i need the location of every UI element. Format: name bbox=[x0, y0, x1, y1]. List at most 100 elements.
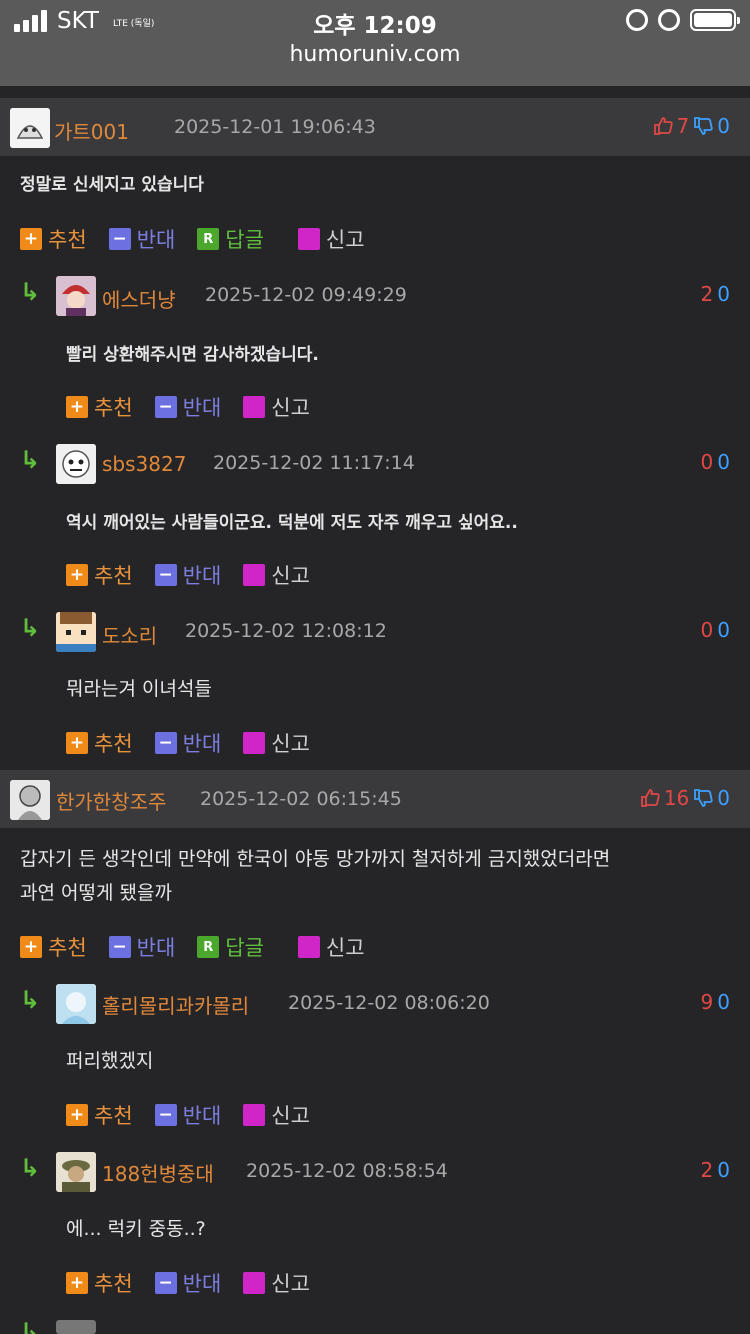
comment-nickname[interactable]: 에스더냥 bbox=[102, 284, 176, 313]
recommend-label: 추천 bbox=[48, 936, 87, 960]
downvote-count: 0 bbox=[717, 618, 730, 642]
recommend-label: 추천 bbox=[94, 564, 133, 588]
comment-text-line2: 과연 어떻게 됐을까 bbox=[20, 882, 172, 904]
downvote-count: 0 bbox=[717, 114, 730, 138]
comment-nickname[interactable]: 홀리몰리과카몰리 bbox=[102, 990, 249, 1019]
report-label: 신고 bbox=[271, 1272, 310, 1296]
comment-votes: 2 0 bbox=[701, 282, 730, 306]
comment-text: 정말로 신세지고 있습니다 bbox=[20, 175, 204, 195]
comment-date: 2025-12-02 06:15:45 bbox=[200, 788, 402, 810]
comment-actions: + 추천 − 반대 R 답글 신고 bbox=[20, 932, 387, 962]
upvote-count: 16 bbox=[663, 786, 690, 810]
comment-actions: + 추천 − 반대 R 답글 신고 bbox=[20, 224, 387, 254]
comment-date: 2025-12-02 12:08:12 bbox=[185, 620, 387, 642]
avatar[interactable] bbox=[10, 780, 50, 820]
comment-date: 2025-12-02 11:17:14 bbox=[213, 452, 415, 474]
report-button[interactable]: 신고 bbox=[243, 560, 310, 590]
thumbs-up-icon bbox=[653, 117, 673, 135]
comment-date: 2025-12-01 19:06:43 bbox=[174, 116, 376, 138]
siren-icon bbox=[243, 1272, 266, 1294]
recommend-button[interactable]: + 추천 bbox=[20, 932, 87, 962]
siren-icon bbox=[243, 732, 266, 754]
minus-icon: − bbox=[108, 936, 131, 958]
address-bar-url[interactable]: humoruniv.com bbox=[0, 42, 750, 67]
report-button[interactable]: 신고 bbox=[243, 392, 310, 422]
comment-actions: + 추천 − 반대 신고 bbox=[66, 1268, 332, 1298]
comment-date: 2025-12-02 08:06:20 bbox=[288, 992, 490, 1014]
comment-votes: 0 0 bbox=[701, 618, 730, 642]
comment-nickname[interactable]: sbs3827 bbox=[102, 452, 186, 476]
avatar[interactable] bbox=[56, 984, 96, 1024]
recommend-button[interactable]: + 추천 bbox=[66, 728, 133, 758]
report-label: 신고 bbox=[271, 732, 310, 756]
report-button[interactable]: 신고 bbox=[243, 1268, 310, 1298]
report-button[interactable]: 신고 bbox=[297, 932, 365, 962]
report-label: 신고 bbox=[271, 396, 310, 420]
downvote-count: 0 bbox=[717, 990, 730, 1014]
recommend-button[interactable]: + 추천 bbox=[66, 1100, 133, 1130]
report-label: 신고 bbox=[325, 936, 365, 960]
oppose-button[interactable]: − 반대 bbox=[154, 1100, 221, 1130]
siren-icon bbox=[297, 228, 320, 250]
upvote-count: 0 bbox=[700, 450, 714, 474]
oppose-label: 반대 bbox=[182, 564, 222, 588]
siren-icon bbox=[243, 1104, 266, 1126]
status-bar: SKT LTE (독일) 오후 12:09 humoruniv.com bbox=[0, 0, 750, 86]
oppose-button[interactable]: − 반대 bbox=[154, 728, 221, 758]
avatar[interactable] bbox=[56, 444, 96, 484]
recommend-button[interactable]: + 추천 bbox=[66, 1268, 133, 1298]
upvote-count: 9 bbox=[700, 990, 714, 1014]
comment-text: 뭐라는겨 이녀석들 bbox=[66, 678, 212, 700]
reply-arrow-icon: ↳ bbox=[20, 1318, 41, 1334]
comment-nickname[interactable]: 188헌병중대 bbox=[102, 1158, 214, 1187]
recommend-label: 추천 bbox=[94, 1104, 133, 1128]
avatar[interactable] bbox=[56, 1152, 96, 1192]
reply-button[interactable]: R 답글 bbox=[197, 224, 264, 254]
comment-text: 빨리 상환해주시면 감사하겠습니다. bbox=[66, 345, 319, 365]
recommend-button[interactable]: + 추천 bbox=[66, 560, 133, 590]
oppose-button[interactable]: − 반대 bbox=[154, 1268, 222, 1298]
minus-icon: − bbox=[108, 228, 131, 250]
recommend-button[interactable]: + 추천 bbox=[66, 392, 133, 422]
oppose-button[interactable]: − 반대 bbox=[154, 392, 221, 422]
recommend-button[interactable]: + 추천 bbox=[20, 224, 87, 254]
upvote-count: 2 bbox=[700, 282, 714, 306]
recommend-label: 추천 bbox=[94, 1272, 133, 1296]
comment-text: 에... 럭키 중동..? bbox=[66, 1218, 206, 1240]
reply-button[interactable]: R 답글 bbox=[197, 932, 264, 962]
siren-icon bbox=[243, 564, 266, 586]
comment-votes: 0 0 bbox=[701, 450, 730, 474]
thumbs-down-icon bbox=[694, 117, 713, 135]
avatar[interactable] bbox=[56, 612, 96, 652]
reply-label: 답글 bbox=[225, 936, 264, 960]
plus-icon: + bbox=[66, 1272, 88, 1294]
comment-nickname[interactable]: 가트001 bbox=[54, 116, 129, 145]
avatar[interactable] bbox=[10, 108, 50, 148]
report-button[interactable]: 신고 bbox=[243, 1100, 310, 1130]
report-button[interactable]: 신고 bbox=[297, 224, 365, 254]
reply-arrow-icon: ↳ bbox=[20, 446, 41, 474]
comment-nickname[interactable]: 도소리 bbox=[102, 620, 157, 649]
downvote-count: 0 bbox=[717, 450, 730, 474]
report-button[interactable]: 신고 bbox=[243, 728, 310, 758]
comment-actions: + 추천 − 반대 신고 bbox=[66, 1100, 332, 1130]
rotation-lock-icon bbox=[626, 9, 648, 31]
siren-icon bbox=[243, 396, 266, 418]
oppose-label: 반대 bbox=[182, 1272, 222, 1296]
comment-nickname[interactable]: 한가한창조주 bbox=[56, 786, 166, 815]
minus-icon: − bbox=[154, 396, 177, 418]
oppose-button[interactable]: − 반대 bbox=[108, 932, 176, 962]
comment-votes: 2 0 bbox=[701, 1158, 730, 1182]
report-label: 신고 bbox=[271, 1104, 310, 1128]
oppose-label: 반대 bbox=[136, 936, 176, 960]
avatar[interactable] bbox=[56, 1320, 96, 1334]
recommend-label: 추천 bbox=[48, 228, 87, 252]
battery-icon bbox=[690, 9, 740, 31]
oppose-button[interactable]: − 반대 bbox=[154, 560, 222, 590]
downvote-count: 0 bbox=[717, 786, 730, 810]
avatar[interactable] bbox=[56, 276, 96, 316]
downvote-count: 0 bbox=[717, 282, 730, 306]
oppose-button[interactable]: − 반대 bbox=[108, 224, 175, 254]
comment-text: 역시 깨어있는 사람들이군요. 덕분에 저도 자주 깨우고 싶어요.. bbox=[66, 513, 518, 533]
comment-text: 퍼리했겠지 bbox=[66, 1050, 154, 1072]
